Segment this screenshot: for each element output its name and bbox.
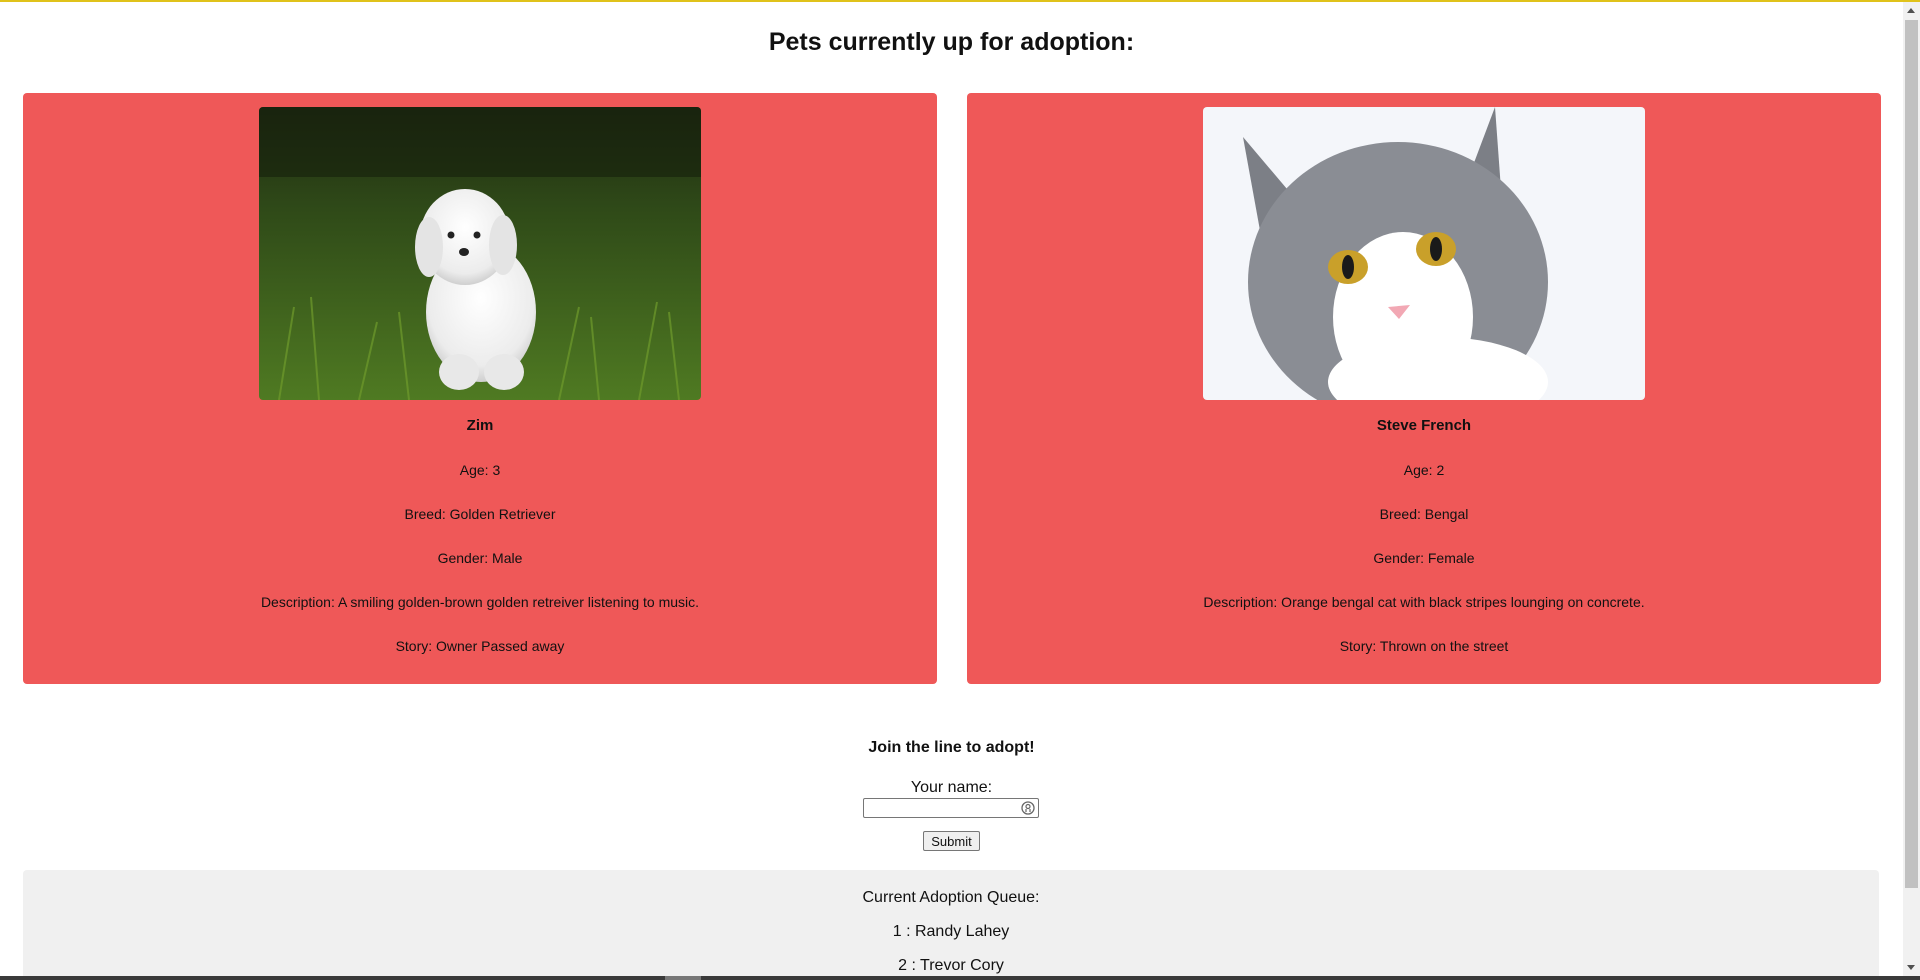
page-viewport: Pets currently up for adoption: Zim Age:…	[0, 2, 1903, 976]
pet-story: Story: Thrown on the street	[1339, 638, 1509, 654]
scroll-thumb[interactable]	[1905, 20, 1918, 888]
name-input[interactable]	[863, 798, 1039, 818]
submit-button[interactable]: Submit	[923, 831, 980, 851]
join-line-heading: Join the line to adopt!	[868, 739, 1035, 756]
pet-name: Zim	[466, 417, 494, 434]
pet-gender: Gender: Male	[437, 550, 523, 566]
vertical-scrollbar[interactable]	[1903, 2, 1920, 976]
adoption-queue: Current Adoption Queue: 1 : Randy Lahey …	[23, 870, 1879, 976]
pet-card: Steve French Age: 2 Breed: Bengal Gender…	[967, 93, 1881, 684]
bottom-bar	[0, 976, 1920, 980]
page-title: Pets currently up for adoption:	[768, 28, 1135, 56]
pet-age: Age: 3	[459, 462, 501, 478]
pet-gender: Gender: Female	[1373, 550, 1475, 566]
key-icon[interactable]	[1021, 801, 1035, 815]
pet-age: Age: 2	[1403, 462, 1445, 478]
pet-breed: Breed: Bengal	[1379, 506, 1469, 522]
queue-item: 1 : Randy Lahey	[892, 923, 1010, 940]
scroll-up-arrow-icon[interactable]	[1907, 8, 1915, 13]
pet-description: Description: Orange bengal cat with blac…	[1203, 594, 1645, 610]
pet-breed: Breed: Golden Retriever	[404, 506, 556, 522]
pet-photo-dog	[259, 107, 701, 400]
scroll-down-arrow-icon[interactable]	[1907, 965, 1915, 970]
pet-story: Story: Owner Passed away	[395, 638, 565, 654]
pet-card: Zim Age: 3 Breed: Golden Retriever Gende…	[23, 93, 937, 684]
queue-title: Current Adoption Queue:	[862, 889, 1040, 906]
name-label: Your name:	[910, 779, 993, 796]
pet-name: Steve French	[1376, 417, 1472, 434]
bottom-handle	[665, 976, 701, 980]
queue-item: 2 : Trevor Cory	[898, 957, 1004, 974]
pet-description: Description: A smiling golden-brown gold…	[260, 594, 700, 610]
pet-photo-cat	[1203, 107, 1645, 400]
name-field-wrapper	[863, 798, 1039, 818]
